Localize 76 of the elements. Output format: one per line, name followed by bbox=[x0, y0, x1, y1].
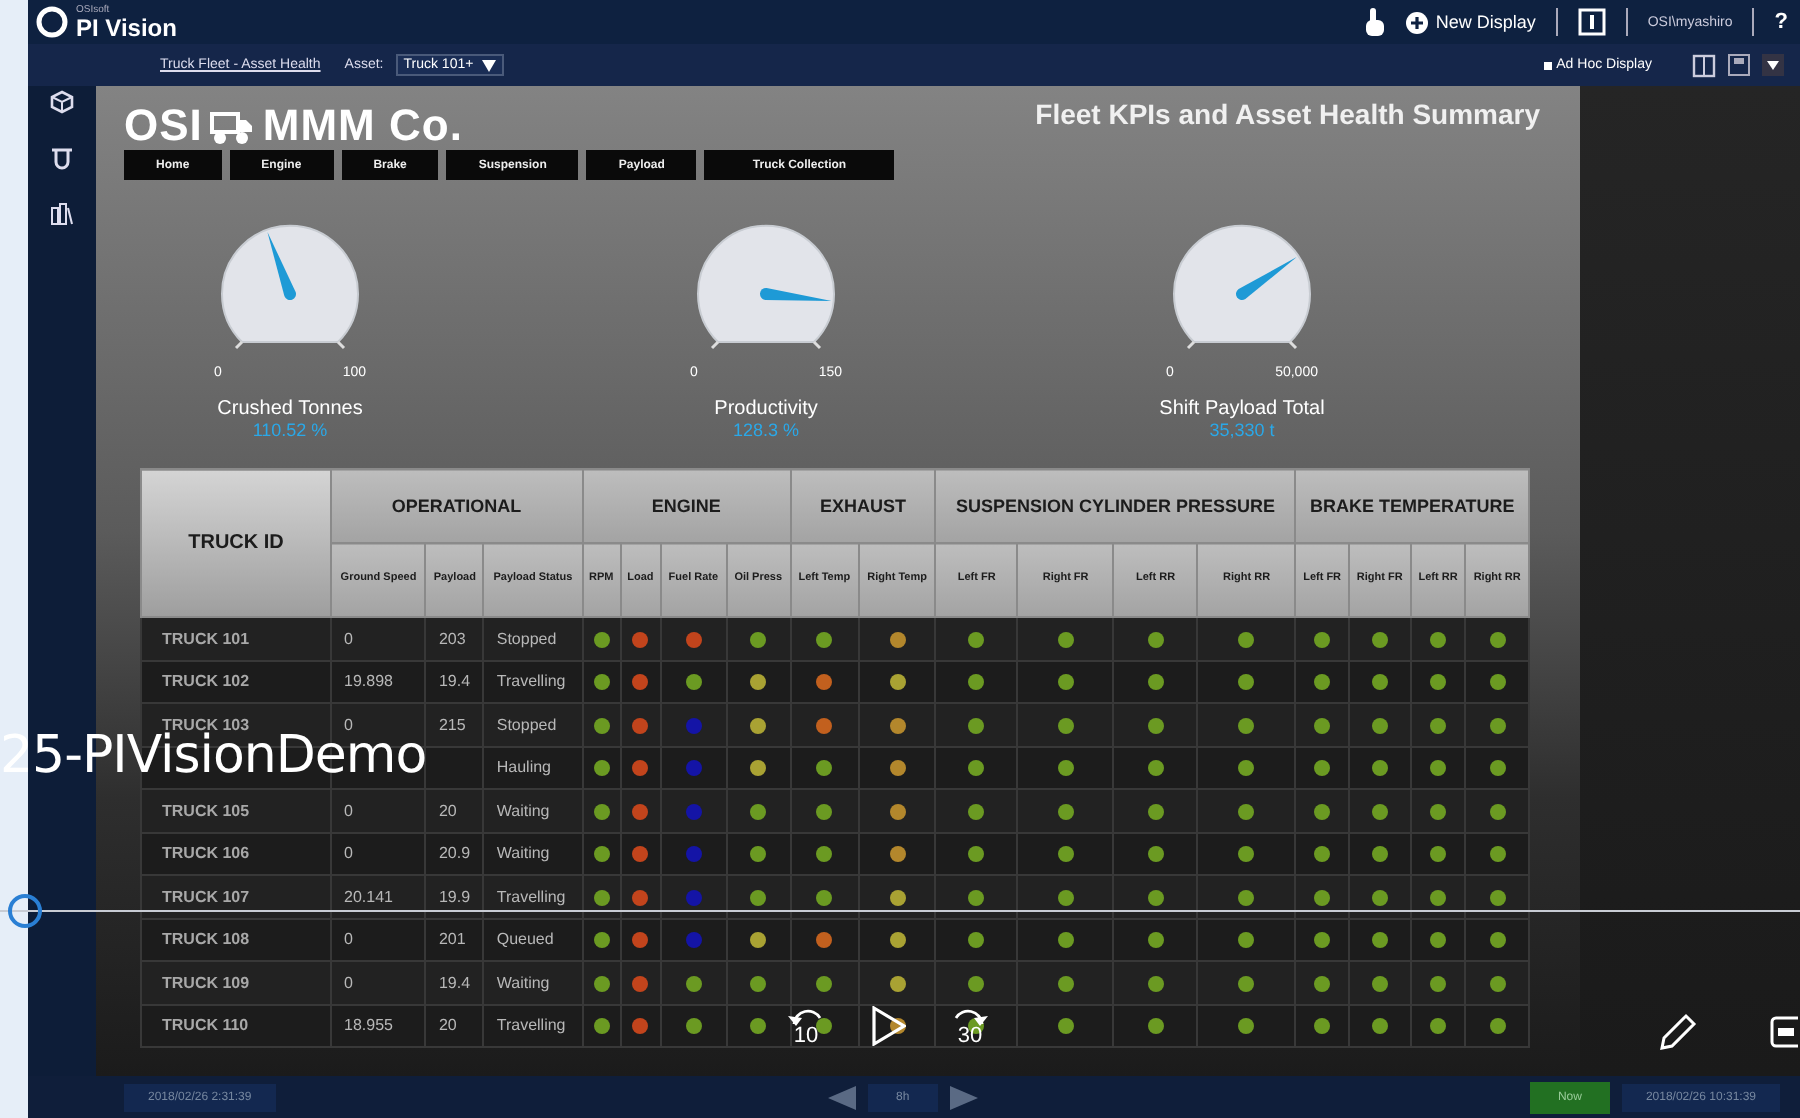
table-cell: 0 bbox=[331, 617, 426, 660]
caret-icon[interactable] bbox=[1762, 54, 1784, 76]
table-cell: 18.955 bbox=[331, 1004, 426, 1047]
table-cell: Hauling bbox=[483, 746, 583, 789]
table-cell: Waiting bbox=[483, 789, 583, 832]
group-header: BRAKE TEMPERATURE bbox=[1295, 469, 1529, 543]
save-icon[interactable] bbox=[1728, 54, 1750, 76]
logo-icon[interactable] bbox=[36, 6, 68, 38]
table-cell: 20 bbox=[425, 1004, 484, 1047]
bullet-icon[interactable] bbox=[1544, 61, 1553, 69]
forward-arrow-icon[interactable] bbox=[950, 1006, 990, 1026]
alert-icon[interactable] bbox=[1577, 8, 1606, 36]
caption-icon[interactable] bbox=[1770, 1016, 1798, 1048]
table-cell: Travelling bbox=[483, 660, 583, 703]
group-header: OPERATIONAL bbox=[331, 469, 583, 543]
group-header: EXHAUST bbox=[790, 469, 936, 543]
table-cell: 20.9 bbox=[425, 832, 484, 875]
caret-icon[interactable] bbox=[481, 59, 496, 71]
table-cell: Waiting bbox=[483, 832, 583, 875]
table-cell: 0 bbox=[331, 961, 426, 1004]
seek-handle[interactable] bbox=[8, 894, 42, 928]
table-cell: 20.141 bbox=[331, 875, 426, 918]
table-cell: 0 bbox=[331, 832, 426, 875]
gauge-needle bbox=[1236, 257, 1297, 300]
table-cell: 0 bbox=[331, 789, 426, 832]
plus-icon[interactable] bbox=[1405, 11, 1428, 33]
table-cell: 201 bbox=[425, 918, 484, 961]
table-cell: 19.898 bbox=[331, 660, 426, 703]
hand-pointer-icon[interactable] bbox=[1361, 8, 1386, 36]
table-cell: Travelling bbox=[483, 1004, 583, 1047]
back-arrow-icon[interactable] bbox=[827, 1085, 856, 1109]
table-cell: 19.4 bbox=[425, 660, 484, 703]
table-cell: TRUCK 106 bbox=[141, 832, 331, 875]
table-cell: Queued bbox=[483, 918, 583, 961]
company-name: OSI bbox=[124, 100, 203, 152]
table-cell: TRUCK 108 bbox=[141, 918, 331, 961]
tray-icon[interactable] bbox=[50, 146, 74, 170]
table-cell: TRUCK 105 bbox=[141, 789, 331, 832]
gauge-value: 128.3 % bbox=[732, 420, 800, 440]
table-cell: Travelling bbox=[483, 875, 583, 918]
group-header: SUSPENSION CYLINDER PRESSURE bbox=[935, 469, 1296, 543]
table-cell: TRUCK 110 bbox=[141, 1004, 331, 1047]
app-title: PI Vision bbox=[76, 15, 177, 39]
gauge-label: Shift Payload Total bbox=[1159, 398, 1325, 420]
rewind-arrow-icon[interactable] bbox=[786, 1006, 826, 1026]
table-cell: 215 bbox=[425, 703, 484, 746]
gauge-needle bbox=[760, 288, 832, 301]
display-title: Fleet KPIs and Asset Health Summary bbox=[1035, 98, 1540, 130]
play-icon[interactable] bbox=[870, 1006, 906, 1046]
pencil-icon[interactable] bbox=[1656, 1010, 1700, 1054]
table-cell: 0 bbox=[331, 918, 426, 961]
table-cell: Stopped bbox=[483, 703, 583, 746]
table-cell: 19.9 bbox=[425, 875, 484, 918]
truck-icon[interactable] bbox=[210, 107, 255, 147]
table-cell: 203 bbox=[425, 617, 484, 660]
gauge-value: 110.52 % bbox=[252, 420, 328, 440]
table-cell: 20 bbox=[425, 789, 484, 832]
company-name: MMM Co. bbox=[262, 100, 463, 152]
help-icon[interactable]: ? bbox=[1774, 10, 1788, 34]
column-header: TRUCK ID bbox=[141, 469, 331, 617]
table-cell: TRUCK 101 bbox=[141, 617, 331, 660]
library-icon[interactable] bbox=[50, 202, 74, 226]
table-cell: TRUCK 109 bbox=[141, 961, 331, 1004]
book-icon[interactable] bbox=[1692, 53, 1716, 77]
table-cell: TRUCK 107 bbox=[141, 875, 331, 918]
cube-icon[interactable] bbox=[50, 90, 74, 114]
gauge-label: Crushed Tonnes bbox=[217, 398, 363, 420]
table-cell: 19.4 bbox=[425, 961, 484, 1004]
table-cell: Waiting bbox=[483, 961, 583, 1004]
gauge-label: Productivity bbox=[714, 398, 818, 420]
group-header: ENGINE bbox=[582, 469, 791, 543]
new-display-button[interactable]: New Display bbox=[1405, 11, 1536, 33]
table-cell: TRUCK 102 bbox=[141, 660, 331, 703]
gauge-needle bbox=[267, 232, 296, 300]
table-cell: Stopped bbox=[483, 617, 583, 660]
gauge-value: 35,330 t bbox=[1209, 420, 1275, 440]
